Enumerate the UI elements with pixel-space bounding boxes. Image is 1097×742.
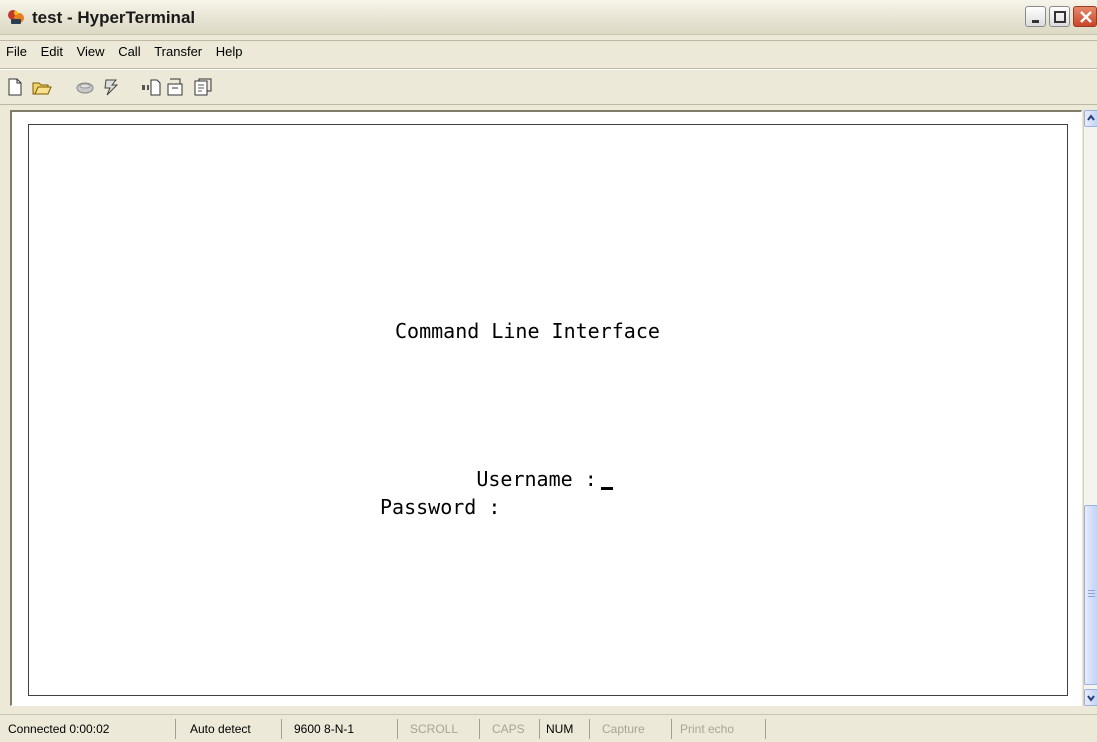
chevron-up-icon — [1087, 114, 1095, 121]
new-icon[interactable] — [4, 76, 26, 98]
menu-bar: File Edit View Call Transfer Help — [0, 44, 245, 64]
properties-icon[interactable] — [192, 76, 214, 98]
hyperterminal-window: test - HyperTerminal File Edit View Call… — [0, 0, 1097, 742]
menu-help[interactable]: Help — [214, 44, 245, 59]
toolbar-separator — [0, 104, 1097, 105]
status-connected: Connected 0:00:02 — [4, 719, 176, 739]
scroll-thumb[interactable] — [1084, 505, 1097, 685]
terminal-screen[interactable]: Command Line Interface Username : Passwo… — [28, 124, 1068, 696]
terminal-heading: Command Line Interface — [395, 319, 660, 343]
close-icon — [1080, 11, 1092, 23]
password-label: Password : — [380, 495, 501, 519]
scroll-down-button[interactable] — [1084, 689, 1097, 706]
title-bar[interactable]: test - HyperTerminal — [0, 0, 1097, 35]
chevron-down-icon — [1087, 695, 1095, 702]
disconnect-icon[interactable] — [74, 76, 96, 98]
minimize-button[interactable] — [1025, 6, 1046, 27]
menu-file[interactable]: File — [4, 44, 29, 59]
close-button[interactable] — [1073, 6, 1097, 27]
username-label: Username : — [476, 467, 597, 491]
grip-line — [1088, 593, 1095, 594]
status-port-settings: 9600 8-N-1 — [290, 719, 398, 739]
minimize-icon — [1032, 20, 1039, 23]
grip-line — [1088, 596, 1095, 597]
maximize-icon — [1054, 11, 1066, 23]
vertical-scrollbar[interactable] — [1083, 110, 1097, 706]
scroll-up-button[interactable] — [1084, 110, 1097, 127]
grip-line — [1088, 590, 1095, 591]
status-capture: Capture — [598, 719, 672, 739]
send-icon[interactable] — [140, 76, 162, 98]
menu-separator-highlight — [0, 69, 1097, 70]
text-cursor — [600, 487, 613, 490]
menu-transfer[interactable]: Transfer — [152, 44, 204, 59]
receive-icon[interactable] — [164, 76, 186, 98]
status-print-echo: Print echo — [676, 719, 766, 739]
status-detect: Auto detect — [186, 719, 282, 739]
menu-edit[interactable]: Edit — [39, 44, 65, 59]
terminal-area[interactable]: Command Line Interface Username : Passwo… — [10, 110, 1082, 706]
maximize-button[interactable] — [1049, 6, 1070, 27]
window-title: test - HyperTerminal — [32, 8, 196, 27]
status-num: NUM — [542, 719, 590, 739]
hyperterminal-app-icon — [8, 10, 24, 24]
title-separator — [0, 40, 1097, 41]
menu-view[interactable]: View — [75, 44, 107, 59]
dial-icon[interactable] — [100, 76, 122, 98]
open-icon[interactable] — [30, 76, 52, 98]
menu-call[interactable]: Call — [116, 44, 142, 59]
status-scroll: SCROLL — [406, 719, 480, 739]
toolbar — [0, 72, 1097, 102]
status-bar: Connected 0:00:02 Auto detect 9600 8-N-1… — [0, 714, 1097, 742]
status-caps: CAPS — [488, 719, 540, 739]
